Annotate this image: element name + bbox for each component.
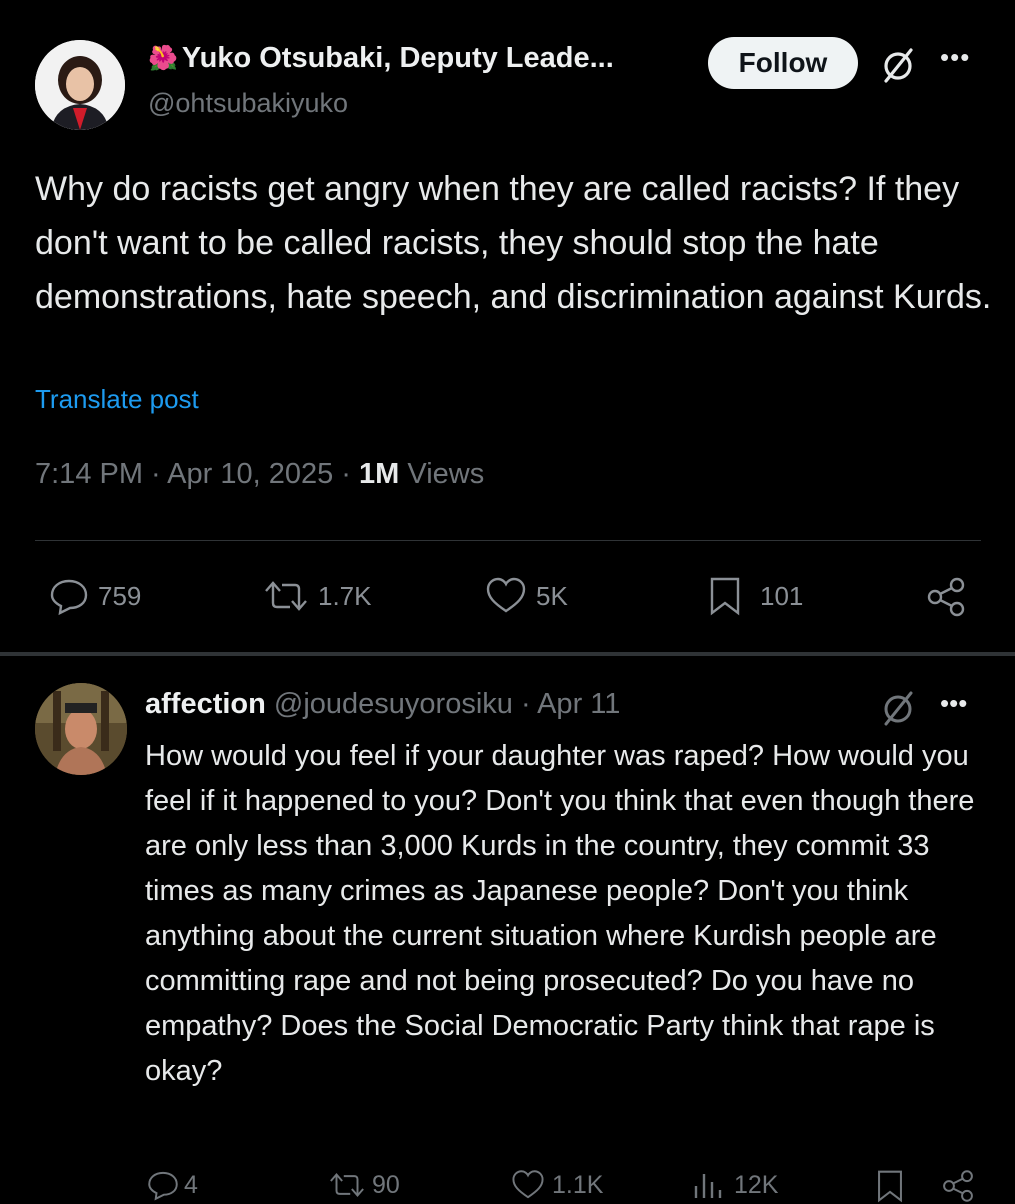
reply-bookmark-button[interactable]	[874, 1168, 906, 1204]
grok-icon[interactable]	[878, 45, 918, 85]
more-icon[interactable]: •••	[940, 688, 967, 719]
author-handle[interactable]: @ohtsubakiyuko	[148, 88, 348, 119]
section-divider	[0, 652, 1015, 656]
post-text: Why do racists get angry when they are c…	[35, 170, 992, 316]
reply-author-avatar[interactable]	[35, 683, 127, 775]
reply-like-button[interactable]: 1.1K	[510, 1168, 603, 1202]
reply-reply-count: 4	[184, 1170, 198, 1199]
like-count: 5K	[536, 580, 568, 611]
reply-reply-button[interactable]: 4	[146, 1168, 198, 1202]
post-timestamp[interactable]: 7:14 PM · Apr 10, 2025 ·	[35, 458, 359, 490]
reply-author-handle[interactable]: @joudesuyorosiku	[274, 688, 513, 720]
reply-repost-count: 90	[372, 1170, 400, 1199]
share-icon	[927, 577, 965, 617]
repost-count: 1.7K	[318, 580, 372, 611]
views-icon	[694, 1174, 722, 1198]
reply-icon	[148, 1171, 178, 1201]
post-meta: 7:14 PM · Apr 10, 2025 · 1M Views	[35, 458, 484, 491]
heart-icon	[512, 1170, 544, 1199]
reply-button[interactable]: 759	[48, 575, 141, 617]
follow-button[interactable]: Follow	[708, 37, 858, 89]
bookmark-icon	[878, 1170, 902, 1203]
views-count: 1M	[359, 458, 400, 490]
reply-author-name[interactable]: affection	[145, 688, 266, 720]
divider	[35, 540, 981, 541]
reply-views-button[interactable]: 12K	[690, 1168, 778, 1202]
repost-icon	[265, 581, 307, 611]
repost-button[interactable]: 1.7K	[260, 575, 372, 617]
share-icon	[943, 1170, 973, 1202]
more-icon[interactable]: •••	[940, 42, 970, 73]
reply-header: affection @joudesuyorosiku · Apr 11	[145, 688, 620, 721]
repost-icon	[330, 1173, 364, 1197]
author-display-name[interactable]: 🌺 Yuko Otsubaki, Deputy Leade...	[148, 42, 614, 75]
reply-share-button[interactable]	[940, 1168, 976, 1204]
bookmark-count: 101	[760, 580, 804, 611]
grok-icon[interactable]	[878, 688, 918, 728]
views-label: Views	[399, 458, 485, 490]
author-avatar[interactable]	[35, 40, 125, 130]
heart-icon	[486, 577, 526, 613]
reply-text: How would you feel if your daughter was …	[145, 740, 975, 1087]
hibiscus-icon: 🌺	[148, 45, 178, 72]
reply-count: 759	[98, 580, 142, 611]
author-name-text: Yuko Otsubaki, Deputy Leade...	[181, 42, 614, 74]
share-button[interactable]	[924, 575, 968, 619]
reply-icon	[50, 579, 88, 616]
reply-like-count: 1.1K	[552, 1170, 604, 1199]
translate-post-link[interactable]: Translate post	[35, 384, 199, 415]
reply-views-count: 12K	[734, 1170, 779, 1199]
bookmark-button[interactable]: 101	[706, 575, 803, 617]
like-button[interactable]: 5K	[484, 575, 568, 617]
reply-date[interactable]: · Apr 11	[513, 688, 620, 720]
bookmark-icon	[710, 577, 740, 616]
reply-repost-button[interactable]: 90	[326, 1168, 400, 1202]
